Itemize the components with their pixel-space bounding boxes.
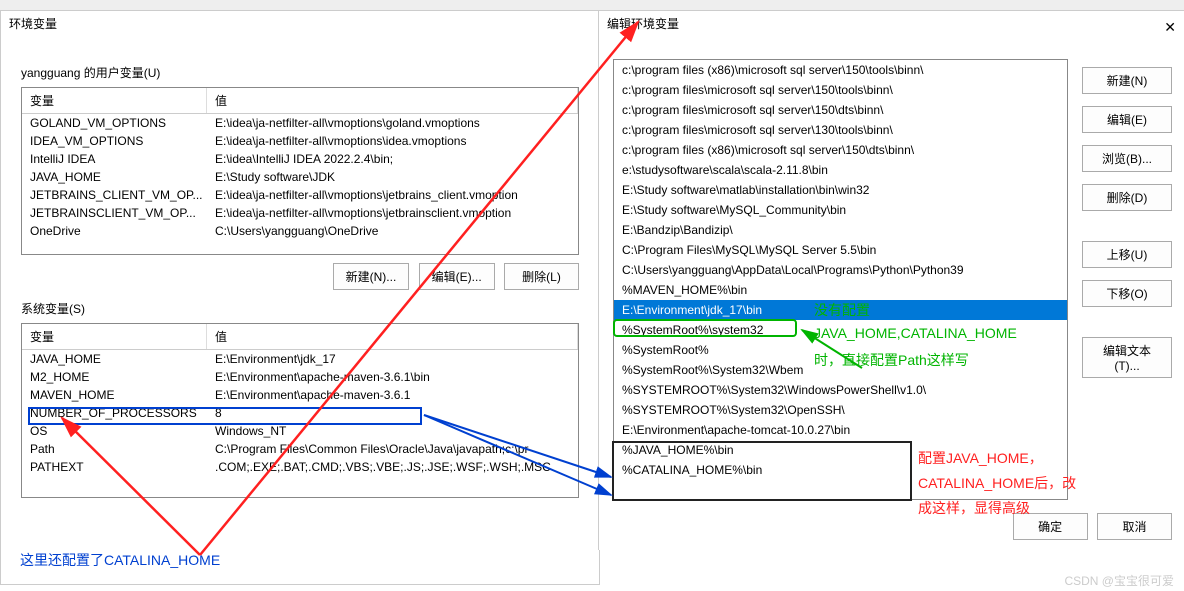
path-entry[interactable]: c:\program files\microsoft sql server\15… <box>614 100 1067 120</box>
dialog-title: 编辑环境变量 <box>599 11 1184 36</box>
col-value: 值 <box>207 324 578 349</box>
var-value: Windows_NT <box>207 423 578 439</box>
var-value: C:\Users\yangguang\OneDrive <box>207 223 578 239</box>
var-name: IDEA_VM_OPTIONS <box>22 133 207 149</box>
user-vars-label: yangguang 的用户变量(U) <box>21 64 599 81</box>
path-entry[interactable]: c:\program files (x86)\microsoft sql ser… <box>614 60 1067 80</box>
var-value: E:\idea\ja-netfilter-all\vmoptions\jetbr… <box>207 205 578 221</box>
path-entry[interactable]: e:\studysoftware\scala\scala-2.11.8\bin <box>614 160 1067 180</box>
table-row[interactable]: MAVEN_HOMEE:\Environment\apache-maven-3.… <box>22 386 578 404</box>
var-name: JAVA_HOME <box>22 169 207 185</box>
path-entry[interactable]: c:\program files\microsoft sql server\15… <box>614 80 1067 100</box>
dialog-buttons: 确定 取消 <box>1007 513 1172 540</box>
browser-tabstrip <box>0 0 1184 10</box>
user-buttons: 新建(N)... 编辑(E)... 删除(L) <box>21 263 579 290</box>
path-entry[interactable]: c:\program files\microsoft sql server\13… <box>614 120 1067 140</box>
path-entry[interactable]: %SYSTEMROOT%\System32\WindowsPowerShell\… <box>614 380 1067 400</box>
var-name: JETBRAINS_CLIENT_VM_OP... <box>22 187 207 203</box>
table-header: 变量 值 <box>22 88 578 114</box>
browse-button[interactable]: 浏览(B)... <box>1082 145 1172 172</box>
path-entry[interactable]: %SystemRoot%\System32\Wbem <box>614 360 1067 380</box>
path-entry[interactable]: %MAVEN_HOME%\bin <box>614 280 1067 300</box>
var-name: Path <box>22 441 207 457</box>
table-row[interactable]: IDEA_VM_OPTIONSE:\idea\ja-netfilter-all\… <box>22 132 578 150</box>
col-variable: 变量 <box>22 324 207 349</box>
path-entry[interactable]: E:\Environment\apache-tomcat-10.0.27\bin <box>614 420 1067 440</box>
path-entry[interactable]: %SystemRoot%\system32 <box>614 320 1067 340</box>
var-value: .COM;.EXE;.BAT;.CMD;.VBS;.VBE;.JS;.JSE;.… <box>207 459 578 475</box>
table-row[interactable]: NUMBER_OF_PROCESSORS8 <box>22 404 578 422</box>
env-vars-window: 环境变量 yangguang 的用户变量(U) 变量 值 GOLAND_VM_O… <box>0 10 600 585</box>
sys-vars-label: 系统变量(S) <box>21 300 599 317</box>
path-entry[interactable]: %CATALINA_HOME%\bin <box>614 460 1067 480</box>
col-value: 值 <box>207 88 578 113</box>
var-name: M2_HOME <box>22 369 207 385</box>
var-name: OneDrive <box>22 223 207 239</box>
path-entry[interactable]: c:\program files (x86)\microsoft sql ser… <box>614 140 1067 160</box>
table-row[interactable]: OneDriveC:\Users\yangguang\OneDrive <box>22 222 578 240</box>
edit-button[interactable]: 编辑(E)... <box>419 263 495 290</box>
table-row[interactable]: JETBRAINSCLIENT_VM_OP...E:\idea\ja-netfi… <box>22 204 578 222</box>
path-list[interactable]: c:\program files (x86)\microsoft sql ser… <box>613 59 1068 500</box>
table-row[interactable]: IntelliJ IDEAE:\idea\IntelliJ IDEA 2022.… <box>22 150 578 168</box>
path-entry[interactable]: C:\Users\yangguang\AppData\Local\Program… <box>614 260 1067 280</box>
var-name: OS <box>22 423 207 439</box>
path-entry[interactable]: E:\Bandzip\Bandizip\ <box>614 220 1067 240</box>
side-buttons: 新建(N) 编辑(E) 浏览(B)... 删除(D) 上移(U) 下移(O) 编… <box>1082 67 1172 390</box>
table-row[interactable]: JAVA_HOMEE:\Environment\jdk_17 <box>22 350 578 368</box>
table-header: 变量 值 <box>22 324 578 350</box>
var-value: E:\Study software\JDK <box>207 169 578 185</box>
table-row[interactable]: JETBRAINS_CLIENT_VM_OP...E:\idea\ja-netf… <box>22 186 578 204</box>
var-name: IntelliJ IDEA <box>22 151 207 167</box>
var-name: JAVA_HOME <box>22 351 207 367</box>
var-value: E:\idea\ja-netfilter-all\vmoptions\idea.… <box>207 133 578 149</box>
table-row[interactable]: GOLAND_VM_OPTIONSE:\idea\ja-netfilter-al… <box>22 114 578 132</box>
move-up-button[interactable]: 上移(U) <box>1082 241 1172 268</box>
table-row[interactable]: PATHEXT.COM;.EXE;.BAT;.CMD;.VBS;.VBE;.JS… <box>22 458 578 476</box>
var-value: E:\idea\ja-netfilter-all\vmoptions\jetbr… <box>207 187 578 203</box>
table-row[interactable]: PathC:\Program Files\Common Files\Oracle… <box>22 440 578 458</box>
path-entry[interactable]: E:\Study software\matlab\installation\bi… <box>614 180 1067 200</box>
cancel-button[interactable]: 取消 <box>1097 513 1172 540</box>
path-entry[interactable]: E:\Study software\MySQL_Community\bin <box>614 200 1067 220</box>
ok-button[interactable]: 确定 <box>1013 513 1088 540</box>
path-entry[interactable]: C:\Program Files\MySQL\MySQL Server 5.5\… <box>614 240 1067 260</box>
move-down-button[interactable]: 下移(O) <box>1082 280 1172 307</box>
var-value: E:\idea\IntelliJ IDEA 2022.2.4\bin; <box>207 151 578 167</box>
edit-text-button[interactable]: 编辑文本(T)... <box>1082 337 1172 378</box>
table-row[interactable]: OSWindows_NT <box>22 422 578 440</box>
var-name: PATHEXT <box>22 459 207 475</box>
sys-vars-table[interactable]: 变量 值 JAVA_HOMEE:\Environment\jdk_17M2_HO… <box>21 323 579 498</box>
var-value: E:\Environment\apache-maven-3.6.1 <box>207 387 578 403</box>
delete-button[interactable]: 删除(D) <box>1082 184 1172 211</box>
edit-button[interactable]: 编辑(E) <box>1082 106 1172 133</box>
var-name: MAVEN_HOME <box>22 387 207 403</box>
new-button[interactable]: 新建(N) <box>1082 67 1172 94</box>
var-value: E:\Environment\jdk_17 <box>207 351 578 367</box>
watermark: CSDN @宝宝很可爱 <box>1064 572 1174 589</box>
edit-env-var-dialog: 编辑环境变量 ✕ c:\program files (x86)\microsof… <box>598 10 1184 550</box>
col-variable: 变量 <box>22 88 207 113</box>
var-value: E:\idea\ja-netfilter-all\vmoptions\golan… <box>207 115 578 131</box>
var-name: NUMBER_OF_PROCESSORS <box>22 405 207 421</box>
table-row[interactable]: M2_HOMEE:\Environment\apache-maven-3.6.1… <box>22 368 578 386</box>
path-entry[interactable]: %SYSTEMROOT%\System32\OpenSSH\ <box>614 400 1067 420</box>
table-row[interactable]: JAVA_HOMEE:\Study software\JDK <box>22 168 578 186</box>
path-entry[interactable]: E:\Environment\jdk_17\bin <box>614 300 1067 320</box>
var-name: JETBRAINSCLIENT_VM_OP... <box>22 205 207 221</box>
user-vars-table[interactable]: 变量 值 GOLAND_VM_OPTIONSE:\idea\ja-netfilt… <box>21 87 579 255</box>
close-icon[interactable]: ✕ <box>1164 19 1176 36</box>
var-name: GOLAND_VM_OPTIONS <box>22 115 207 131</box>
var-value: 8 <box>207 405 578 421</box>
var-value: C:\Program Files\Common Files\Oracle\Jav… <box>207 441 578 457</box>
delete-button[interactable]: 删除(L) <box>504 263 579 290</box>
window-title: 环境变量 <box>1 11 599 36</box>
path-entry[interactable]: %SystemRoot% <box>614 340 1067 360</box>
new-button[interactable]: 新建(N)... <box>333 263 410 290</box>
var-value: E:\Environment\apache-maven-3.6.1\bin <box>207 369 578 385</box>
path-entry[interactable]: %JAVA_HOME%\bin <box>614 440 1067 460</box>
